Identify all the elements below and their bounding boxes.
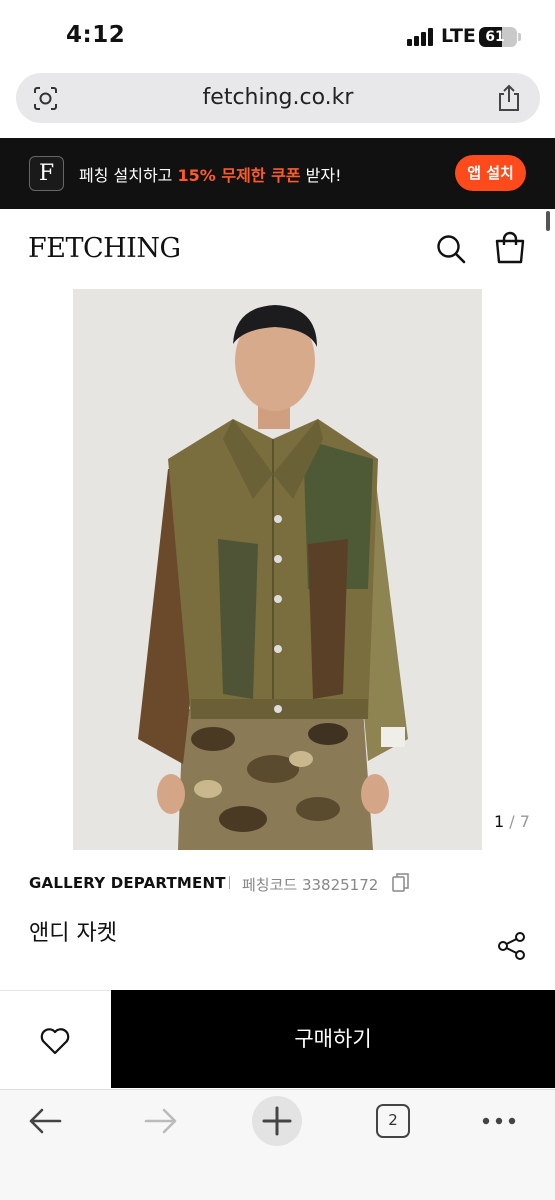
product-brand[interactable]: GALLERY DEPARTMENT: [29, 874, 226, 892]
scroll-indicator: [546, 211, 550, 231]
buy-button[interactable]: 구매하기: [111, 990, 555, 1088]
heart-icon: [40, 1028, 70, 1055]
more-icon[interactable]: [481, 1105, 517, 1137]
browser-toolbar: 2: [0, 1089, 555, 1200]
plus-icon: [262, 1106, 292, 1136]
url-bar[interactable]: fetching.co.kr: [16, 73, 540, 123]
divider: [229, 876, 230, 889]
app-install-banner[interactable]: F 페칭 설치하고 15% 무제한 쿠폰 받자! 앱 설치: [0, 138, 555, 209]
signal-icon: [407, 28, 435, 46]
network-label: LTE: [441, 25, 476, 47]
url-text[interactable]: fetching.co.kr: [16, 73, 540, 123]
promo-text-before: 페칭 설치하고: [79, 166, 178, 185]
copy-icon[interactable]: [392, 873, 410, 892]
product-name: 앤디 자켓: [29, 921, 117, 946]
tabs-button[interactable]: 2: [376, 1104, 410, 1138]
share-icon[interactable]: [497, 931, 527, 961]
image-counter-separator: /: [504, 812, 520, 831]
product-image[interactable]: [73, 289, 482, 850]
promo-text: 페칭 설치하고 15% 무제한 쿠폰 받자!: [79, 162, 342, 186]
status-bar: 4:12 LTE 61: [0, 0, 555, 70]
battery-percent: 61: [485, 29, 505, 45]
shopping-bag-icon[interactable]: [494, 231, 526, 264]
promo-highlight: 15% 무제한 쿠폰: [177, 166, 301, 185]
image-counter-current: 1: [494, 812, 505, 831]
purchase-bar: 구매하기: [0, 990, 555, 1088]
search-icon[interactable]: [436, 234, 466, 264]
site-header: FETCHING: [0, 209, 555, 289]
back-arrow-icon[interactable]: [27, 1105, 63, 1137]
image-counter-total: 7: [519, 812, 530, 831]
battery-cap: [518, 33, 521, 41]
site-logo[interactable]: FETCHING: [28, 233, 181, 264]
forward-arrow-icon[interactable]: [143, 1105, 179, 1137]
promo-text-after: 받자!: [300, 166, 342, 185]
jacket-photo: [73, 289, 482, 850]
status-time: 4:12: [66, 22, 126, 48]
app-logo: F: [29, 156, 64, 191]
wishlist-button[interactable]: [0, 990, 111, 1088]
image-counter: 1 / 7: [494, 812, 530, 831]
install-app-button[interactable]: 앱 설치: [455, 155, 526, 191]
share-icon[interactable]: [496, 84, 522, 112]
battery-icon: 61: [479, 27, 517, 47]
new-tab-button[interactable]: [252, 1096, 302, 1146]
product-code: 페칭코드 33825172: [242, 876, 379, 894]
